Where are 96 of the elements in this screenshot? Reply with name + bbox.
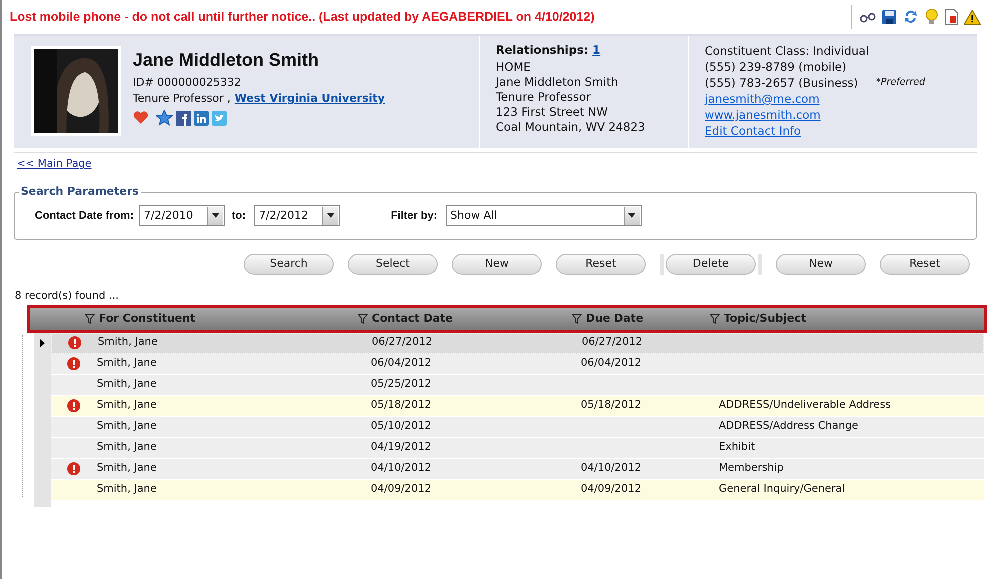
caret-icon[interactable] (212, 213, 220, 218)
preferred-note: *Preferred (876, 76, 926, 90)
table-cell-text: 04/10/2012 (371, 460, 433, 476)
table-cell-text: Smith, Jane (97, 418, 158, 434)
table-cell-text: Smith, Jane (97, 356, 158, 371)
column-header[interactable]: Topic/Subject (724, 310, 806, 327)
table-cell-text: Smith, Jane (97, 482, 158, 497)
action-button[interactable]: Delete (666, 254, 756, 275)
table-cell-text: Membership (719, 460, 784, 476)
table-row[interactable]: Smith, Jane 06/27/2012 06/27/2012 (51, 332, 984, 354)
table-cell-text: 04/10/2012 (581, 460, 643, 476)
relationships-count-link[interactable]: 1 (592, 43, 601, 58)
address-line: 123 First Street NW (496, 105, 610, 120)
column-header[interactable]: Contact Date (372, 310, 454, 327)
table-cell-text: Smith, Jane (97, 440, 158, 455)
star-icon[interactable] (156, 110, 173, 126)
table-cell-text: General Inquiry/General (719, 482, 846, 497)
filter-icon[interactable] (710, 314, 720, 324)
action-button[interactable]: Select (348, 254, 438, 275)
filter-icon[interactable] (572, 314, 582, 324)
from-date-field[interactable]: 7/2/2010 (139, 205, 226, 226)
facebook-icon[interactable] (176, 110, 191, 126)
constituent-name: Jane Middleton Smith (133, 49, 320, 72)
document-icon[interactable] (945, 9, 958, 25)
table-cell-text: Smith, Jane (98, 335, 159, 350)
caret-icon[interactable] (326, 213, 335, 218)
alert-message: Lost mobile phone - do not call until further notice.. (Last updated by AEGABERDIEL on 4/10/2012) (10, 8, 596, 26)
address-line: HOME (496, 60, 532, 75)
email-link[interactable]: janesmith@me.com (705, 91, 926, 107)
dropdown-button[interactable] (207, 206, 224, 225)
to-label: to: (232, 208, 246, 224)
warning-icon[interactable] (964, 10, 981, 24)
address-line: Jane Middleton Smith (496, 75, 620, 90)
eyeglasses-icon[interactable] (860, 11, 876, 23)
column-header[interactable]: Due Date (586, 310, 644, 327)
action-button[interactable]: New (452, 254, 542, 275)
table-cell-text: Exhibit (719, 440, 756, 455)
table-cell-text: 05/10/2012 (371, 418, 433, 434)
records-found: 8 record(s) found ... (15, 290, 120, 302)
lightbulb-icon[interactable] (925, 8, 939, 26)
table-cell-text: 05/18/2012 (371, 398, 433, 413)
website-link[interactable]: www.janesmith.com (705, 107, 926, 123)
table-cell-text: 04/09/2012 (581, 482, 643, 497)
relationships-label: Relationships: (496, 43, 589, 58)
constituent-class: Constituent Class: Individual (705, 43, 870, 59)
main-page-link[interactable]: << Main Page (17, 158, 92, 170)
action-button[interactable]: Search (244, 254, 334, 275)
table-row[interactable]: Smith, Jane 06/04/2012 06/04/2012 (51, 354, 984, 375)
heart-icon[interactable] (133, 111, 149, 125)
table-cell-text: 05/25/2012 (371, 376, 433, 392)
constituent-id: ID# 000000025332 (133, 75, 242, 91)
exclamation-icon (67, 398, 81, 413)
table-cell-text: 06/04/2012 (371, 356, 433, 371)
to-date-field[interactable]: 7/2/2012 (254, 205, 340, 226)
filter-icon[interactable] (358, 314, 368, 324)
table-cell-text: 05/18/2012 (581, 398, 643, 413)
filter-field[interactable]: Show All (446, 205, 642, 226)
address-line: Coal Mountain, WV 24823 (496, 120, 646, 135)
table-row[interactable]: Smith, Jane 05/18/2012 05/18/2012 ADDRESS/Undeliverable Address (51, 396, 984, 417)
dropdown-button[interactable] (624, 206, 640, 225)
table-cell-text: Smith, Jane (97, 460, 158, 476)
table-cell-text: 06/04/2012 (581, 356, 643, 371)
table-row[interactable]: Smith, Jane 04/19/2012 Exhibit (51, 438, 984, 459)
table-cell-text: Smith, Jane (97, 398, 158, 413)
dropdown-button[interactable] (322, 206, 338, 225)
filter-icon[interactable] (85, 314, 95, 324)
table-row[interactable]: Smith, Jane 05/10/2012 ADDRESS/Address Change (51, 416, 984, 438)
table-cell-text: 06/27/2012 (372, 335, 434, 350)
action-button[interactable]: New (776, 254, 866, 275)
filter-by-label: Filter by: (391, 208, 438, 224)
job-title: Tenure Professor , (133, 91, 231, 107)
caret-icon[interactable] (628, 213, 636, 218)
table-cell-text: ADDRESS/Undeliverable Address (719, 398, 892, 413)
business-phone: (555) 783-2657 (Business) (705, 75, 858, 91)
contact-date-from-label: Contact Date from: (35, 208, 134, 224)
linkedin-icon[interactable] (194, 110, 209, 126)
mobile-phone: (555) 239-8789 (mobile) (705, 59, 848, 75)
exclamation-icon (67, 462, 81, 476)
table-row[interactable]: Smith, Jane 05/25/2012 (51, 374, 984, 396)
action-button[interactable]: Reset (880, 254, 970, 275)
table-cell-text: 04/19/2012 (371, 440, 433, 455)
table-cell-text: 04/09/2012 (371, 482, 433, 497)
exclamation-icon (67, 356, 81, 371)
table-row[interactable]: Smith, Jane 04/10/2012 04/10/2012 Membership (51, 458, 984, 480)
exclamation-icon (68, 336, 82, 350)
organization-link[interactable]: West Virginia University (234, 91, 386, 107)
table-cell-text: Smith, Jane (97, 376, 158, 392)
table-row[interactable]: Smith, Jane 04/09/2012 04/09/2012 General Inquiry/General (51, 480, 984, 501)
address-line: Tenure Professor (496, 90, 592, 105)
table-cell-text: 06/27/2012 (582, 335, 644, 350)
edit-contact-link[interactable]: Edit Contact Info (705, 123, 926, 139)
refresh-icon[interactable] (903, 9, 919, 25)
save-icon[interactable] (882, 10, 897, 24)
action-button[interactable]: Reset (556, 254, 646, 275)
column-header[interactable]: For Constituent (99, 310, 196, 327)
table-cell-text: ADDRESS/Address Change (719, 418, 859, 434)
